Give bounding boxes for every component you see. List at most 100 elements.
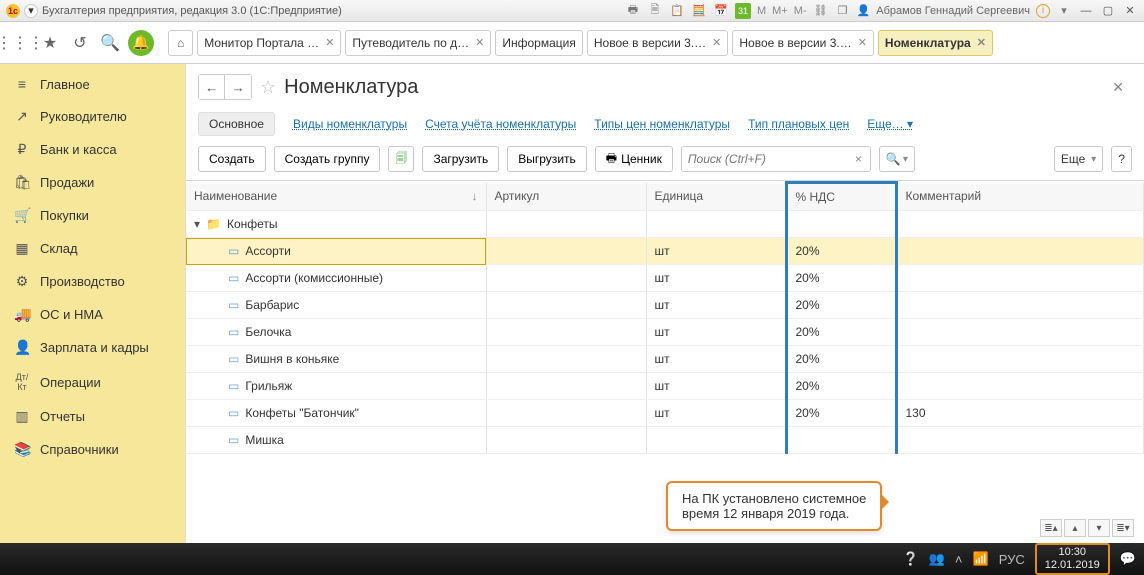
table-row[interactable]: ▭Ассорти (комиссионные)шт20% <box>186 265 1144 292</box>
page-last[interactable]: ≣▾ <box>1112 519 1134 537</box>
close-window-button[interactable]: ✕ <box>1122 4 1138 18</box>
user-name[interactable]: Абрамов Геннадий Сергеевич <box>876 5 1030 17</box>
tab-0[interactable]: Монитор Портала …✕ <box>197 30 341 56</box>
table-row[interactable]: ▭Конфеты "Батончик"шт20%130 <box>186 400 1144 427</box>
notifications-icon[interactable]: 💬 <box>1120 551 1136 567</box>
tab-2[interactable]: Информация <box>495 30 582 56</box>
sidebar-item-manager[interactable]: ↗Руководителю <box>0 100 185 133</box>
page-down[interactable]: ▾ <box>1088 519 1110 537</box>
info-icon[interactable]: i <box>1036 4 1050 18</box>
table-row[interactable]: ▭Ассортишт20% <box>186 238 1144 265</box>
search-box[interactable]: × <box>681 146 871 172</box>
create-button[interactable]: Создать <box>198 146 266 172</box>
col-nds[interactable]: % НДС <box>786 183 896 211</box>
clock[interactable]: 10:30 12.01.2019 <box>1035 543 1110 574</box>
sidebar-item-hr[interactable]: 👤Зарплата и кадры <box>0 331 185 364</box>
window-icon[interactable]: ❐ <box>835 3 851 19</box>
table-row[interactable]: ▭Мишка <box>186 427 1144 454</box>
find-button[interactable]: 🔍▾ <box>879 146 915 172</box>
sidebar-item-production[interactable]: ⚙Производство <box>0 265 185 298</box>
item-icon: ▭ <box>228 433 239 447</box>
tab-4[interactable]: Новое в версии 3.… ✕ <box>732 30 874 56</box>
print-icon[interactable]: 🖶 <box>625 3 641 19</box>
sidebar-item-reports[interactable]: ▥Отчеты <box>0 400 185 433</box>
sidebar-item-purchases[interactable]: 🛒Покупки <box>0 199 185 232</box>
create-group-button[interactable]: Создать группу <box>274 146 381 172</box>
sidebar-item-bank[interactable]: ₽Банк и касса <box>0 133 185 166</box>
group-row[interactable]: ▾📁Конфеты <box>186 211 1144 238</box>
cart-icon: 🛒 <box>14 207 30 224</box>
chevron-up-icon[interactable]: ˄ <box>955 552 963 567</box>
m-plus[interactable]: M+ <box>772 5 788 17</box>
more-button[interactable]: Еще▾ <box>1054 146 1103 172</box>
sidebar-item-main[interactable]: ≡Главное <box>0 68 185 100</box>
col-article[interactable]: Артикул <box>486 183 646 211</box>
item-icon: ▭ <box>228 379 239 393</box>
link-icon[interactable]: ⛓ <box>813 3 829 19</box>
star-icon[interactable]: ★ <box>38 31 62 55</box>
help-tray-icon[interactable]: ❔ <box>903 551 919 567</box>
day-icon[interactable]: 31 <box>735 3 751 19</box>
forward-button[interactable]: → <box>225 75 251 99</box>
subnav-more[interactable]: Еще… ▾ <box>867 117 913 131</box>
tab-3[interactable]: Новое в версии 3.…✕ <box>587 30 729 56</box>
wifi-icon[interactable]: 📶 <box>973 551 989 567</box>
table-row[interactable]: ▭Белочкашт20% <box>186 319 1144 346</box>
subnav-link-0[interactable]: Виды номенклатуры <box>293 117 407 131</box>
calc-icon[interactable]: 🧮 <box>691 3 707 19</box>
close-tab-icon[interactable]: ✕ <box>475 36 484 49</box>
lang-label[interactable]: РУС <box>999 552 1025 567</box>
col-name[interactable]: Наименование↓ <box>186 183 486 211</box>
apps-icon[interactable]: ⋮⋮⋮ <box>8 31 32 55</box>
dropdown-icon[interactable]: ▾ <box>24 4 38 18</box>
close-page-icon[interactable]: ✕ <box>1112 79 1132 96</box>
subnav-main[interactable]: Основное <box>198 112 275 136</box>
sidebar-item-sales[interactable]: 🛍Продажи <box>0 166 185 199</box>
clear-search-icon[interactable]: × <box>851 152 866 166</box>
sort-icon: ↓ <box>472 189 478 203</box>
info-dd-icon[interactable]: ▾ <box>1056 3 1072 19</box>
tab-5[interactable]: Номенклатура✕ <box>878 30 993 56</box>
table-row[interactable]: ▭Грильяжшт20% <box>186 373 1144 400</box>
sidebar-item-refs[interactable]: 📚Справочники <box>0 433 185 466</box>
close-tab-icon[interactable]: ✕ <box>325 36 334 49</box>
sidebar-item-assets[interactable]: 🚚ОС и НМА <box>0 298 185 331</box>
maximize-button[interactable]: ▢ <box>1100 4 1116 18</box>
close-tab-icon[interactable]: ✕ <box>977 36 986 49</box>
table-row[interactable]: ▭Вишня в коньякешт20% <box>186 346 1144 373</box>
page-up[interactable]: ▴ <box>1064 519 1086 537</box>
clipboard-icon[interactable]: 📋 <box>669 3 685 19</box>
col-unit[interactable]: Единица <box>646 183 786 211</box>
unload-button[interactable]: Выгрузить <box>507 146 587 172</box>
history-icon[interactable]: ↺ <box>68 31 92 55</box>
doc-icon[interactable]: 🗎 <box>647 3 663 19</box>
subnav-link-1[interactable]: Счета учёта номенклатуры <box>425 117 576 131</box>
sidebar-item-operations[interactable]: Дт/КтОперации <box>0 364 185 400</box>
bell-icon[interactable]: 🔔 <box>128 30 154 56</box>
subnav-link-2[interactable]: Типы цен номенклатуры <box>594 117 730 131</box>
sidebar-item-warehouse[interactable]: ▦Склад <box>0 232 185 265</box>
search-input[interactable] <box>686 151 851 167</box>
tab-1[interactable]: Путеводитель по д…✕ <box>345 30 491 56</box>
home-tab[interactable]: ⌂ <box>168 30 193 56</box>
favorite-icon[interactable]: ☆ <box>260 77 276 98</box>
page-first[interactable]: ≣▴ <box>1040 519 1062 537</box>
tab-label: Новое в версии 3.… <box>739 36 851 50</box>
close-tab-icon[interactable]: ✕ <box>858 36 867 49</box>
calendar-icon[interactable]: 📅 <box>713 3 729 19</box>
subnav-more-label: Еще… <box>867 117 903 131</box>
price-button[interactable]: 🖶Ценник <box>595 146 673 172</box>
help-button[interactable]: ? <box>1111 146 1132 172</box>
back-button[interactable]: ← <box>199 75 225 99</box>
m-minus[interactable]: M- <box>794 5 807 17</box>
copy-button[interactable]: 🗐 <box>388 146 414 172</box>
minimize-button[interactable]: — <box>1078 4 1094 18</box>
m-label[interactable]: M <box>757 5 766 17</box>
search-icon[interactable]: 🔍 <box>98 31 122 55</box>
subnav-link-3[interactable]: Тип плановых цен <box>748 117 849 131</box>
load-button[interactable]: Загрузить <box>422 146 499 172</box>
col-comment[interactable]: Комментарий <box>896 183 1144 211</box>
table-row[interactable]: ▭Барбарисшт20% <box>186 292 1144 319</box>
close-tab-icon[interactable]: ✕ <box>712 36 721 49</box>
people-icon[interactable]: 👥 <box>929 551 945 567</box>
